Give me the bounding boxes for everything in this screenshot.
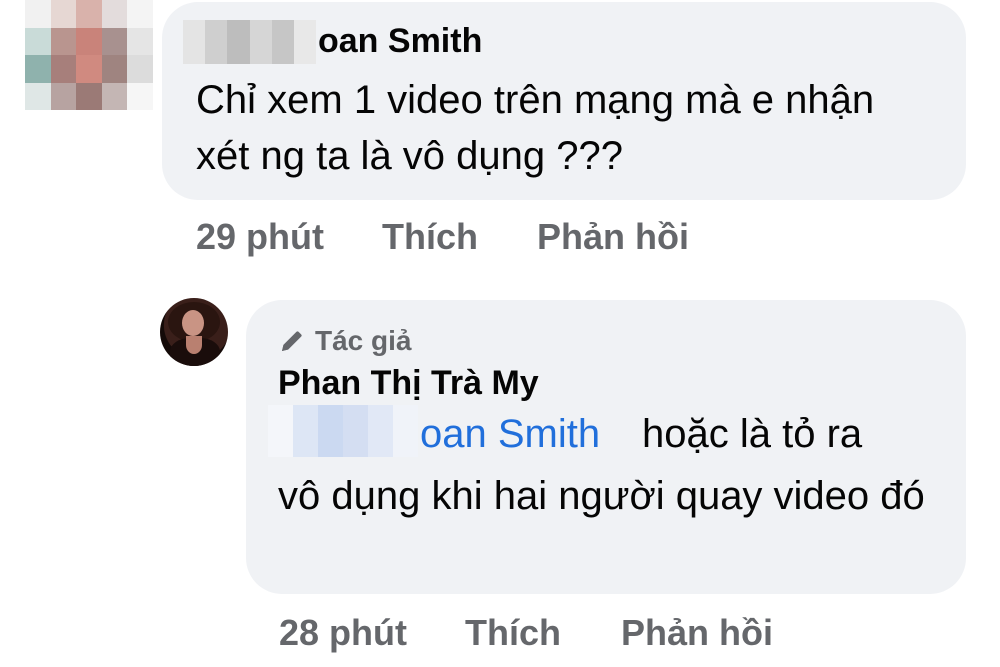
avatar-face: [182, 310, 204, 336]
comment-text: Chỉ xem 1 video trên mạng mà e nhận xét …: [196, 78, 875, 178]
author-badge-label: Tác giả: [315, 325, 412, 356]
avatar[interactable]: [160, 298, 228, 366]
blurred-name: [183, 20, 317, 64]
comment-text-continued: vô dụng khi hai người quay video đó: [278, 474, 925, 518]
comment-time[interactable]: 28 phút: [279, 612, 407, 654]
mention-link[interactable]: oan Smith: [420, 412, 600, 457]
like-button[interactable]: Thích: [465, 612, 561, 654]
blurred-mention: [268, 405, 418, 457]
avatar[interactable]: [25, 0, 153, 110]
comment-time[interactable]: 29 phút: [196, 216, 324, 258]
avatar-neck: [186, 336, 202, 354]
comment-author[interactable]: Phan Thị Trà My: [278, 364, 539, 403]
author-badge: Tác giả: [277, 325, 412, 356]
comment-author[interactable]: oan Smith: [318, 22, 482, 61]
reply-button[interactable]: Phản hồi: [537, 216, 689, 258]
pencil-icon: [282, 331, 302, 351]
comment-text: hoặc là tỏ ra: [642, 412, 863, 456]
reply-button[interactable]: Phản hồi: [621, 612, 773, 654]
like-button[interactable]: Thích: [382, 216, 478, 258]
